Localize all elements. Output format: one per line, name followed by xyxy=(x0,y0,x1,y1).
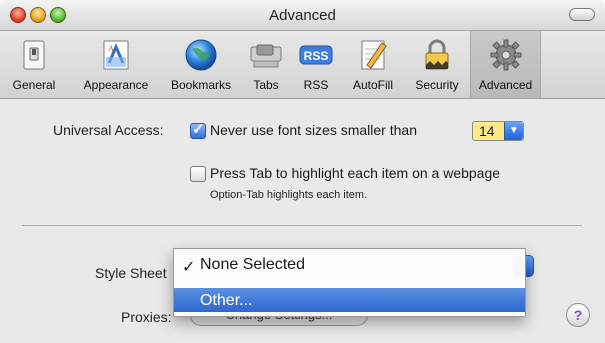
toolbar-label-bookmarks: Bookmarks xyxy=(170,78,232,92)
min-font-size-value: 14 xyxy=(479,123,495,139)
lock-icon xyxy=(425,39,449,70)
globe-icon xyxy=(185,39,217,71)
style-sheet-label: Style Sheet xyxy=(95,265,167,281)
min-font-size-label: Never use font sizes smaller than xyxy=(210,122,417,138)
light-switch-icon xyxy=(23,40,45,70)
menu-item-none-selected[interactable]: ✓ None Selected xyxy=(174,253,525,277)
toolbar-label-tabs: Tabs xyxy=(253,78,279,92)
toolbar-item-tabs[interactable]: Tabs xyxy=(243,31,289,98)
toolbar-label-appearance: Appearance xyxy=(83,78,149,92)
menu-item-label: Other... xyxy=(200,292,253,309)
tab-highlight-label: Press Tab to highlight each item on a we… xyxy=(210,165,501,181)
min-font-size-checkbox[interactable] xyxy=(190,120,206,139)
toolbar-label-autofill: AutoFill xyxy=(352,78,393,92)
chevron-down-icon: ▼ xyxy=(504,122,523,140)
font-document-icon: A xyxy=(103,40,129,70)
tab-highlight-checkbox[interactable] xyxy=(190,166,206,182)
help-button[interactable]: ? xyxy=(566,303,590,327)
toolbar-item-bookmarks[interactable]: Bookmarks xyxy=(161,31,241,98)
min-font-size-select[interactable]: 14 ▼ xyxy=(472,121,524,141)
window-title: Advanced xyxy=(269,7,336,24)
proxies-label: Proxies: xyxy=(121,309,172,325)
toolbar-item-advanced[interactable]: Advanced xyxy=(470,31,541,98)
toolbar-item-general[interactable]: General xyxy=(0,31,68,98)
toolbar-item-security[interactable]: Security xyxy=(406,31,468,98)
section-divider xyxy=(22,225,582,226)
toolbar-item-rss[interactable]: RSS RSS xyxy=(294,31,338,98)
svg-text:A: A xyxy=(108,44,114,53)
pencil-document-icon xyxy=(361,40,387,70)
rss-icon: RSS xyxy=(299,45,333,65)
menu-item-other[interactable]: Other... xyxy=(174,288,525,312)
universal-access-label: Universal Access: xyxy=(53,122,164,138)
toolbar-label-advanced: Advanced xyxy=(478,78,533,92)
preferences-toolbar: General A Appearance Bookmarks Tabs RSS … xyxy=(0,31,605,99)
checkmark-icon: ✓ xyxy=(182,259,196,276)
tab-highlight-note: Option-Tab highlights each item. xyxy=(210,189,368,201)
style-sheet-menu: ✓ None Selected Other... xyxy=(173,248,526,317)
rss-badge-text: RSS xyxy=(304,49,329,63)
tabs-icon xyxy=(250,44,282,68)
title-bar: Advanced xyxy=(0,0,605,31)
toolbar-item-autofill[interactable]: AutoFill xyxy=(343,31,403,98)
menu-item-label: None Selected xyxy=(200,256,305,273)
gear-icon xyxy=(490,39,521,71)
toolbar-label-general: General xyxy=(12,78,56,92)
toolbar-item-appearance[interactable]: A Appearance xyxy=(74,31,158,98)
preferences-window: Advanced General A Appearance Bookmarks … xyxy=(0,0,605,343)
toolbar-toggle-button[interactable] xyxy=(569,8,595,21)
toolbar-label-security: Security xyxy=(415,78,459,92)
toolbar-label-rss: RSS xyxy=(303,78,329,92)
